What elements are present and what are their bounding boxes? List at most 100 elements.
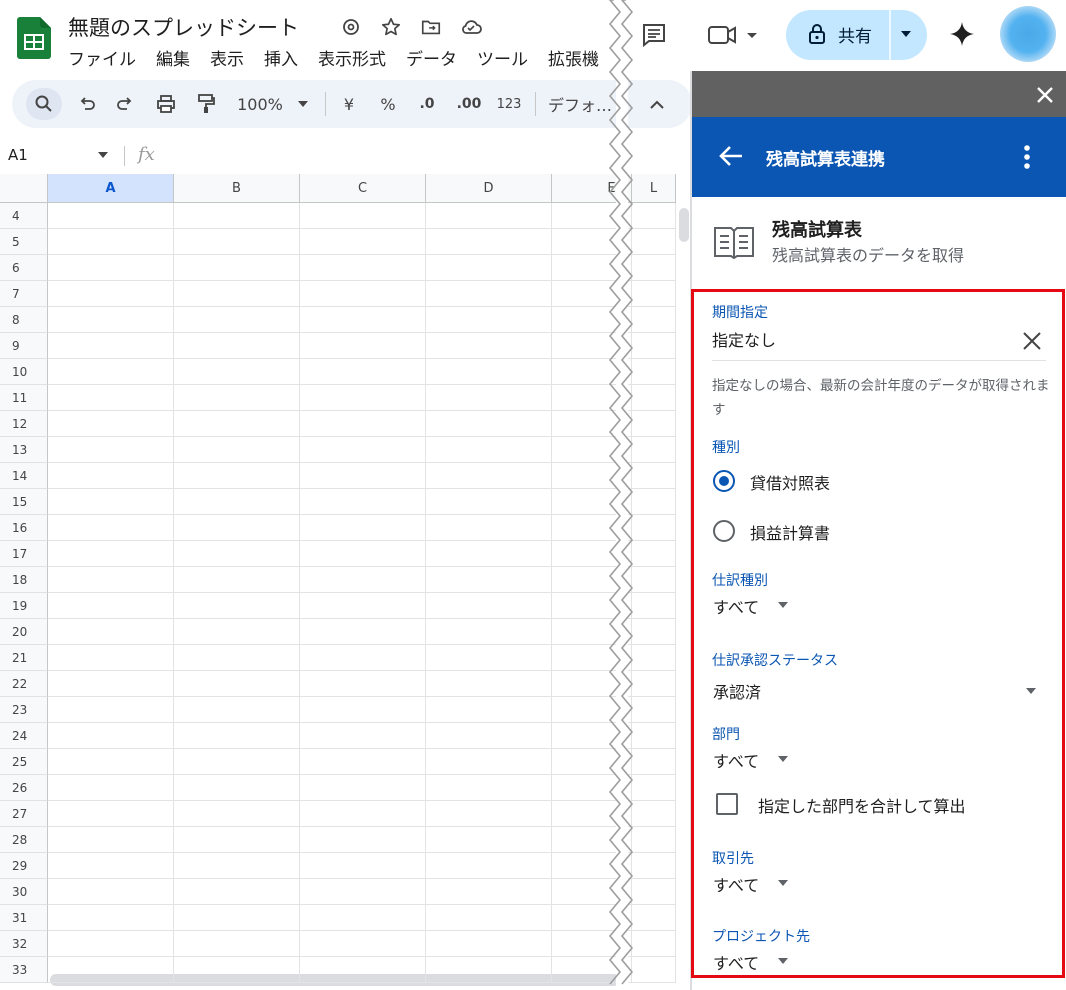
row-header[interactable]: 33 <box>0 957 48 983</box>
name-box-dropdown-icon[interactable] <box>98 152 108 158</box>
menu-view[interactable]: 表示 <box>210 45 244 70</box>
percent-format-button[interactable]: % <box>374 88 402 120</box>
row-header[interactable]: 22 <box>0 671 48 697</box>
column-header[interactable]: B <box>174 174 300 203</box>
row-header[interactable]: 29 <box>0 853 48 879</box>
menu-file[interactable]: ファイル <box>68 45 136 70</box>
row-header[interactable]: 13 <box>0 437 48 463</box>
row-header[interactable]: 4 <box>0 203 48 229</box>
gridline <box>48 930 676 931</box>
comments-icon[interactable] <box>641 22 667 48</box>
row-header[interactable]: 9 <box>0 333 48 359</box>
radio-label-income-statement[interactable]: 損益計算書 <box>750 520 830 544</box>
dropdown-arrow-icon[interactable] <box>1026 688 1036 694</box>
close-icon[interactable] <box>1034 84 1056 106</box>
dropdown-arrow-icon[interactable] <box>778 880 788 886</box>
radio-income-statement[interactable] <box>713 520 735 542</box>
document-title[interactable]: 無題のスプレッドシート <box>68 12 299 42</box>
menu-extensions[interactable]: 拡張機 <box>548 45 599 70</box>
approval-status-select[interactable]: 承認済 <box>713 679 761 703</box>
share-dropdown-icon[interactable] <box>901 31 911 37</box>
dropdown-arrow-icon[interactable] <box>778 958 788 964</box>
sum-departments-checkbox[interactable] <box>716 793 738 815</box>
column-header[interactable]: A <box>48 174 174 203</box>
number-format-button[interactable]: 123 <box>494 88 524 120</box>
name-box[interactable]: A1 <box>8 146 28 164</box>
row-header[interactable]: 7 <box>0 281 48 307</box>
gridline <box>48 644 676 645</box>
back-arrow-icon[interactable] <box>718 144 744 168</box>
sum-departments-label[interactable]: 指定した部門を合計して算出 <box>758 793 966 817</box>
menu-tools[interactable]: ツール <box>477 45 528 70</box>
journal-type-select[interactable]: すべて <box>713 594 759 618</box>
dropdown-arrow-icon[interactable] <box>778 756 788 762</box>
more-vert-icon[interactable] <box>1020 144 1034 170</box>
row-header[interactable]: 8 <box>0 307 48 333</box>
increase-decimal-button[interactable]: .00 <box>452 88 486 120</box>
undo-icon[interactable] <box>72 88 102 120</box>
row-header[interactable]: 21 <box>0 645 48 671</box>
row-header[interactable]: 23 <box>0 697 48 723</box>
gridline <box>48 904 676 905</box>
row-header[interactable]: 19 <box>0 593 48 619</box>
row-header[interactable]: 16 <box>0 515 48 541</box>
spreadsheet-grid[interactable]: A B C D E L 4 5 6 7 8 9 10 11 12 13 14 15 16 17 18 19 20… <box>0 174 690 990</box>
department-select[interactable]: すべて <box>713 748 759 772</box>
print-icon[interactable] <box>150 88 182 120</box>
gridline <box>173 203 174 983</box>
select-all-corner[interactable] <box>0 174 48 203</box>
menu-insert[interactable]: 挿入 <box>264 45 298 70</box>
dropdown-arrow-icon[interactable] <box>778 602 788 608</box>
row-header[interactable]: 28 <box>0 827 48 853</box>
radio-balance-sheet[interactable] <box>713 470 735 492</box>
menu-edit[interactable]: 編集 <box>156 45 190 70</box>
cloud-saved-icon[interactable] <box>458 14 484 40</box>
sheets-logo-icon[interactable] <box>17 17 51 59</box>
partner-select[interactable]: すべて <box>713 872 759 896</box>
horizontal-scrollbar[interactable] <box>50 974 620 986</box>
period-field[interactable]: 指定なし <box>712 327 776 351</box>
gemini-tag-icon[interactable] <box>338 14 364 40</box>
column-header[interactable]: C <box>300 174 426 203</box>
row-header[interactable]: 15 <box>0 489 48 515</box>
gridline <box>48 982 676 983</box>
collapse-toolbar-icon[interactable] <box>644 88 670 120</box>
row-header[interactable]: 24 <box>0 723 48 749</box>
redo-icon[interactable] <box>110 88 140 120</box>
gridline <box>551 203 552 983</box>
zoom-select[interactable]: 100% <box>230 88 290 120</box>
star-icon[interactable] <box>378 14 404 40</box>
column-header[interactable]: D <box>426 174 552 203</box>
row-header[interactable]: 12 <box>0 411 48 437</box>
row-header[interactable]: 20 <box>0 619 48 645</box>
row-header[interactable]: 26 <box>0 775 48 801</box>
decrease-decimal-button[interactable]: .0 <box>412 88 442 120</box>
gemini-sparkle-icon[interactable] <box>948 20 976 48</box>
row-header[interactable]: 32 <box>0 931 48 957</box>
move-folder-icon[interactable] <box>418 14 444 40</box>
currency-format-button[interactable]: ¥ <box>336 88 362 120</box>
menu-format[interactable]: 表示形式 <box>318 45 386 70</box>
row-header[interactable]: 6 <box>0 255 48 281</box>
meet-video-icon[interactable] <box>707 22 759 48</box>
row-header[interactable]: 14 <box>0 463 48 489</box>
row-header[interactable]: 5 <box>0 229 48 255</box>
radio-label-balance-sheet[interactable]: 貸借対照表 <box>750 470 830 494</box>
gridline <box>48 670 676 671</box>
search-menus-icon[interactable] <box>26 88 62 120</box>
paint-format-icon[interactable] <box>190 88 222 120</box>
row-header[interactable]: 18 <box>0 567 48 593</box>
row-header[interactable]: 10 <box>0 359 48 385</box>
row-header[interactable]: 31 <box>0 905 48 931</box>
menu-data[interactable]: データ <box>406 45 457 70</box>
row-header[interactable]: 11 <box>0 385 48 411</box>
row-header[interactable]: 17 <box>0 541 48 567</box>
row-header[interactable]: 30 <box>0 879 48 905</box>
user-avatar[interactable] <box>1000 6 1056 62</box>
vertical-scrollbar[interactable] <box>679 208 689 242</box>
project-select[interactable]: すべて <box>713 950 759 974</box>
row-header[interactable]: 27 <box>0 801 48 827</box>
zoom-dropdown-icon[interactable] <box>298 101 308 107</box>
row-header[interactable]: 25 <box>0 749 48 775</box>
clear-icon[interactable] <box>1021 330 1043 352</box>
